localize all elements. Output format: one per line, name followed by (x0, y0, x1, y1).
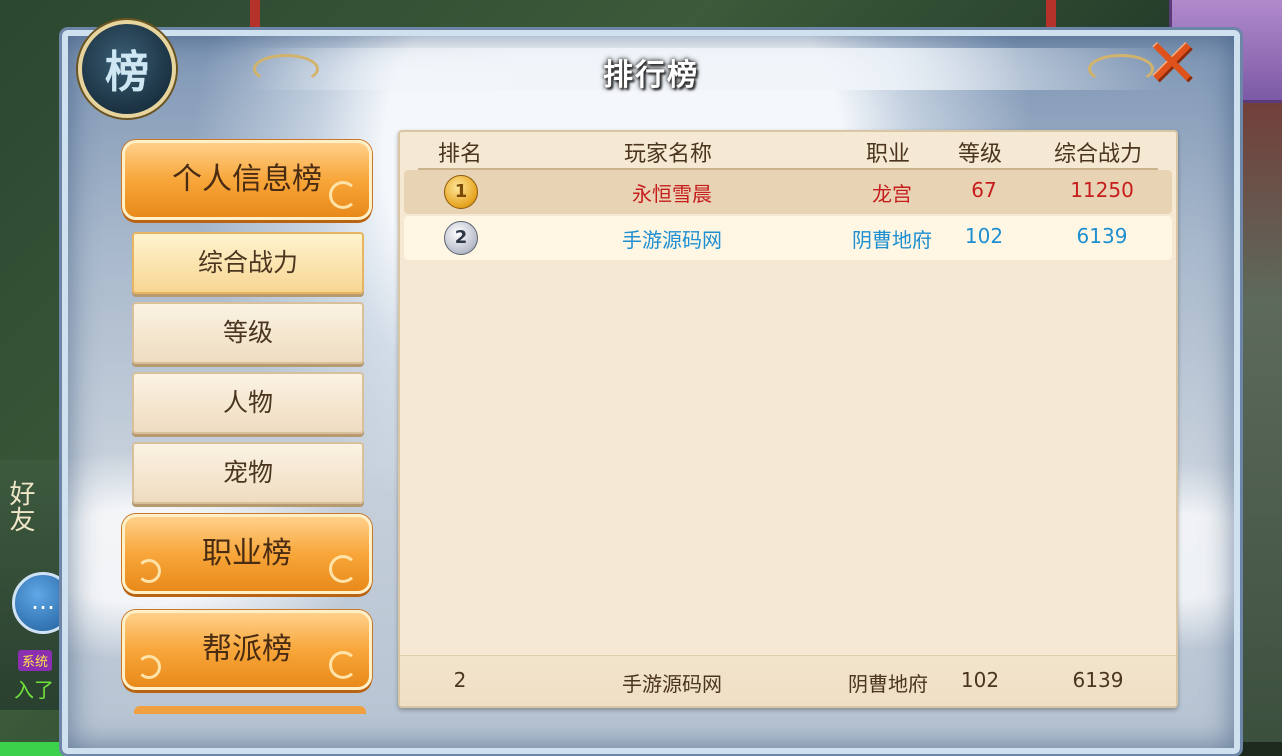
emblem-glyph: 榜 (105, 47, 149, 98)
player-name: 永恒雪晨 (632, 182, 712, 206)
subtab-character[interactable]: 人物 (132, 372, 364, 434)
my-rank-row: 2 手游源码网 阴曹地府 102 6139 (400, 655, 1176, 706)
subtab-pet[interactable]: 宠物 (132, 442, 364, 504)
cloud-ornament-icon (137, 559, 161, 583)
category-label: 职业榜 (202, 536, 292, 571)
silver-medal-icon: 2 (444, 221, 478, 255)
panel-title: 排行榜 (603, 58, 699, 93)
cloud-ornament-icon (329, 181, 357, 209)
system-tag: 系统 (18, 650, 53, 671)
level: 67 (971, 178, 997, 202)
my-profession: 阴曹地府 (848, 672, 928, 696)
lantern-pole-left (250, 0, 260, 30)
lantern-pole-right (1046, 0, 1056, 30)
level: 102 (964, 224, 1004, 248)
header-profession: 职业 (865, 142, 910, 167)
category-profession[interactable]: 职业榜 (122, 514, 372, 594)
subtab-combat-power[interactable]: 综合战力 (132, 232, 364, 294)
my-combat-power: 6139 (1072, 668, 1124, 692)
combat-power: 6139 (1076, 224, 1128, 248)
subtab-level[interactable]: 等级 (132, 302, 364, 364)
category-guild[interactable]: 帮派榜 (122, 610, 372, 690)
profession: 阴曹地府 (852, 228, 932, 252)
header-player-name: 玩家名称 (623, 142, 712, 167)
gold-medal-icon: 1 (444, 175, 478, 209)
my-name: 手游源码网 (622, 672, 722, 696)
my-rank: 2 (453, 668, 467, 692)
cloud-ornament-icon (329, 651, 357, 679)
category-personal-info[interactable]: 个人信息榜 (122, 140, 372, 220)
cloud-ornament-icon (329, 555, 357, 583)
table-row[interactable]: 2 手游源码网 阴曹地府 102 6139 (404, 216, 1172, 260)
ranking-table: 排名 玩家名称 职业 等级 综合战力 1 永恒雪晨 龙宫 67 11250 2 … (398, 130, 1178, 708)
category-next-peek[interactable] (134, 706, 366, 714)
header-level: 等级 (957, 142, 1002, 167)
close-button[interactable]: ✕ (1142, 32, 1202, 96)
header-rank: 排名 (437, 142, 482, 167)
table-row[interactable]: 1 永恒雪晨 龙宫 67 11250 (404, 170, 1172, 214)
combat-power: 11250 (1070, 178, 1134, 202)
player-name: 手游源码网 (622, 228, 722, 252)
leaderboard-emblem-icon: 榜 (78, 20, 176, 118)
friend-label[interactable]: 好友 (2, 480, 39, 532)
system-message: 入了 (14, 678, 54, 702)
category-label: 帮派榜 (202, 632, 292, 667)
table-header: 排名 玩家名称 职业 等级 综合战力 (418, 132, 1158, 170)
header-combat-power: 综合战力 (1053, 142, 1142, 167)
cloud-ornament-icon (137, 655, 161, 679)
profession: 龙宫 (872, 182, 912, 206)
leaderboard-panel: 排行榜 榜 ✕ 个人信息榜 综合战力 等级 人物 宠物 职业榜 帮派榜 排名 玩… (62, 20, 1240, 754)
category-label: 个人信息榜 (172, 162, 322, 197)
my-level: 102 (960, 668, 1000, 692)
